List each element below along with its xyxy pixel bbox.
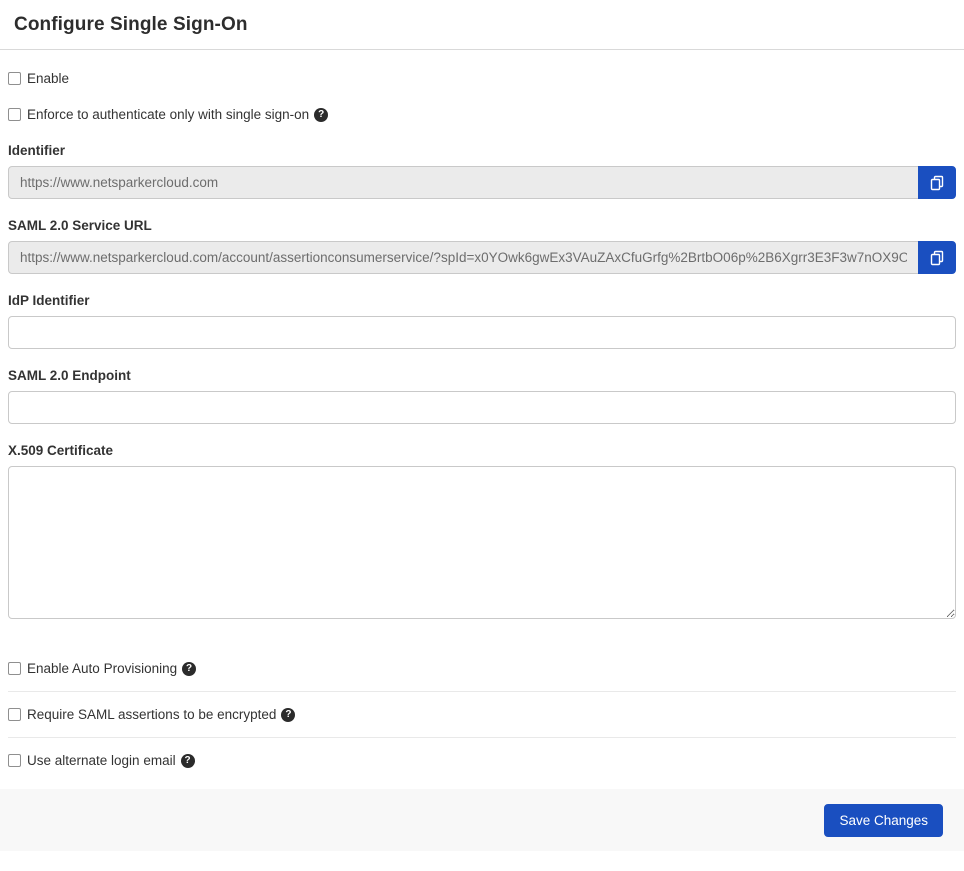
identifier-input-group <box>8 166 956 199</box>
copy-icon <box>929 175 945 191</box>
bottom-toggle-section: Enable Auto Provisioning ? Require SAML … <box>8 661 956 768</box>
service-url-field-group: SAML 2.0 Service URL <box>8 218 956 274</box>
help-question-icon[interactable]: ? <box>281 708 295 722</box>
require-encrypted-checkbox-label: Require SAML assertions to be encrypted <box>27 707 276 722</box>
service-url-input-group <box>8 241 956 274</box>
identifier-input[interactable] <box>8 166 919 199</box>
header-divider <box>0 49 964 50</box>
certificate-label: X.509 Certificate <box>8 443 956 458</box>
alternate-email-checkbox-row: Use alternate login email ? <box>8 753 956 768</box>
sso-settings-form: Enable Enforce to authenticate only with… <box>0 71 964 768</box>
service-url-label: SAML 2.0 Service URL <box>8 218 956 233</box>
help-question-icon[interactable]: ? <box>182 662 196 676</box>
row-divider <box>8 737 956 738</box>
require-encrypted-checkbox[interactable] <box>8 708 21 721</box>
identifier-field-group: Identifier <box>8 143 956 199</box>
certificate-field-group: X.509 Certificate <box>8 443 956 619</box>
help-question-icon[interactable]: ? <box>181 754 195 768</box>
certificate-textarea[interactable] <box>8 466 956 619</box>
auto-provisioning-checkbox-label: Enable Auto Provisioning <box>27 661 177 676</box>
saml-endpoint-field-group: SAML 2.0 Endpoint <box>8 368 956 424</box>
idp-identifier-field-group: IdP Identifier <box>8 293 956 349</box>
page-header: Configure Single Sign-On <box>0 0 964 49</box>
enable-checkbox[interactable] <box>8 72 21 85</box>
idp-identifier-input[interactable] <box>8 316 956 349</box>
enable-checkbox-label: Enable <box>27 71 69 86</box>
identifier-label: Identifier <box>8 143 956 158</box>
enforce-sso-checkbox-row: Enforce to authenticate only with single… <box>8 107 956 122</box>
row-divider <box>8 691 956 692</box>
auto-provisioning-checkbox-row: Enable Auto Provisioning ? <box>8 661 956 676</box>
alternate-email-checkbox-label: Use alternate login email <box>27 753 176 768</box>
alternate-email-checkbox[interactable] <box>8 754 21 767</box>
enable-checkbox-row: Enable <box>8 71 956 86</box>
copy-service-url-button[interactable] <box>918 241 956 274</box>
copy-icon <box>929 250 945 266</box>
enforce-sso-checkbox[interactable] <box>8 108 21 121</box>
form-footer: Save Changes <box>0 789 964 851</box>
page-title: Configure Single Sign-On <box>14 14 950 36</box>
auto-provisioning-checkbox[interactable] <box>8 662 21 675</box>
saml-endpoint-label: SAML 2.0 Endpoint <box>8 368 956 383</box>
enforce-sso-checkbox-label: Enforce to authenticate only with single… <box>27 107 309 122</box>
copy-identifier-button[interactable] <box>918 166 956 199</box>
service-url-input[interactable] <box>8 241 919 274</box>
saml-endpoint-input[interactable] <box>8 391 956 424</box>
save-changes-button[interactable]: Save Changes <box>824 804 943 837</box>
require-encrypted-checkbox-row: Require SAML assertions to be encrypted … <box>8 707 956 722</box>
help-question-icon[interactable]: ? <box>314 108 328 122</box>
idp-identifier-label: IdP Identifier <box>8 293 956 308</box>
